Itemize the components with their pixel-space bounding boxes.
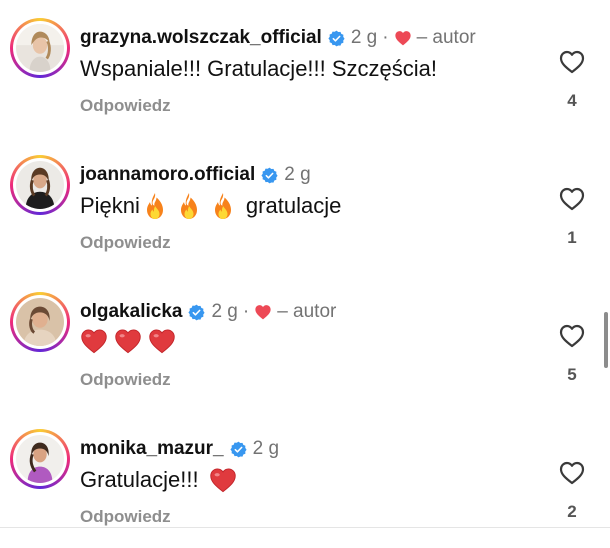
comment-item: joannamoro.official 2 g Piękni gratulacj… [0, 137, 610, 274]
separator-dot: · [382, 27, 389, 48]
comment-item: olgakalicka 2 g · – autor Odpowiedz 5 [0, 274, 610, 411]
comment-meta: olgakalicka 2 g · – autor [80, 300, 336, 324]
verified-badge-icon [261, 167, 278, 184]
fire-emoji-icon [176, 192, 202, 220]
reply-button[interactable]: Odpowiedz [80, 507, 171, 527]
reply-button[interactable]: Odpowiedz [80, 233, 171, 253]
username-link[interactable]: monika_mazur_ [80, 437, 224, 461]
author-liked-label: – autor [416, 27, 476, 48]
comment-text-end: gratulacje [245, 193, 342, 218]
comments-list: grazyna.wolszczak_official 2 g · – autor… [0, 0, 610, 540]
avatar[interactable] [10, 18, 70, 78]
scrollbar[interactable] [604, 312, 608, 368]
heart-outline-icon[interactable] [559, 187, 585, 211]
author-liked-label: – autor [277, 301, 337, 322]
avatar[interactable] [10, 155, 70, 215]
username-link[interactable]: grazyna.wolszczak_official [80, 26, 322, 50]
comment-time: 2 g [211, 301, 238, 322]
comment-meta: joannamoro.official 2 g [80, 163, 311, 187]
red-heart-emoji-icon [80, 328, 108, 354]
comment-time: 2 g [284, 164, 311, 185]
avatar[interactable] [10, 292, 70, 352]
red-heart-emoji-icon [209, 467, 237, 493]
red-heart-icon [254, 304, 272, 320]
separator-dot: · [242, 301, 250, 322]
verified-badge-icon [328, 30, 345, 47]
comment-meta: grazyna.wolszczak_official 2 g · – autor [80, 26, 476, 50]
comment-text-words: Gratulacje!!! [80, 467, 199, 492]
comment-text [80, 328, 179, 354]
comment-text: Piękni gratulacje [80, 191, 341, 221]
comment-text: Gratulacje!!! [80, 465, 239, 495]
red-heart-emoji-icon [114, 328, 142, 354]
comment-meta: monika_mazur_ 2 g [80, 437, 279, 461]
heart-outline-icon[interactable] [559, 324, 585, 348]
red-heart-emoji-icon [148, 328, 176, 354]
heart-outline-icon[interactable] [559, 461, 585, 485]
like-count[interactable]: 2 [550, 502, 594, 522]
reply-button[interactable]: Odpowiedz [80, 370, 171, 390]
like-count[interactable]: 5 [550, 365, 594, 385]
comment-text-start: Piękni [80, 193, 140, 218]
divider [0, 527, 610, 528]
heart-outline-icon[interactable] [559, 50, 585, 74]
avatar[interactable] [10, 429, 70, 489]
comment-time: 2 g [252, 438, 280, 459]
red-heart-icon [394, 30, 412, 46]
fire-emoji-icon [142, 192, 168, 220]
verified-badge-icon [230, 441, 247, 458]
username-link[interactable]: olgakalicka [80, 300, 182, 324]
like-count[interactable]: 1 [550, 228, 594, 248]
comment-text: Wspaniale!!! Gratulacje!!! Szczęścia! [80, 56, 438, 81]
username-link[interactable]: joannamoro.official [80, 163, 255, 187]
comment-time: 2 g [350, 27, 378, 48]
reply-button[interactable]: Odpowiedz [80, 96, 171, 116]
verified-badge-icon [188, 304, 205, 321]
comment-item: grazyna.wolszczak_official 2 g · – autor… [0, 0, 610, 137]
fire-emoji-icon [210, 192, 236, 220]
like-count[interactable]: 4 [550, 91, 594, 111]
